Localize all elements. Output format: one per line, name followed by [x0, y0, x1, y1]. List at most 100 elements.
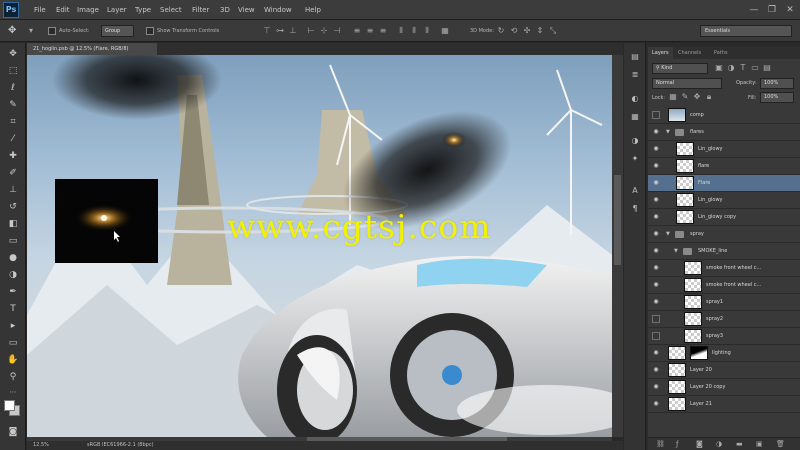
distribute-hcenter-icon[interactable]: ⫴ — [409, 26, 419, 36]
layer-row[interactable]: ◉ Lin_glowy — [648, 141, 800, 158]
expand-arrow-icon[interactable]: ▼ — [666, 129, 672, 135]
more-tools-icon[interactable]: ⋯ — [6, 385, 20, 399]
menu-3d[interactable]: 3D — [220, 6, 230, 14]
menu-help[interactable]: Help — [305, 6, 321, 14]
eye-icon[interactable]: ◉ — [652, 179, 660, 187]
color-panel-icon[interactable]: ◐ — [629, 93, 641, 105]
new-group-icon[interactable]: ▬ — [736, 440, 743, 448]
show-transform-checkbox[interactable] — [146, 27, 154, 35]
layer-style-icon[interactable]: ƒ — [676, 440, 678, 448]
distribute-bottom-icon[interactable]: ≡ — [378, 26, 388, 36]
eye-icon[interactable]: ◉ — [652, 145, 660, 153]
layer-group-row[interactable]: ◉ ▼ flares — [648, 124, 800, 141]
layer-mask-thumbnail[interactable] — [690, 346, 708, 360]
shape-tool-icon[interactable]: ▭ — [6, 336, 20, 350]
paragraph-panel-icon[interactable]: ¶ — [629, 203, 641, 215]
pen-tool-icon[interactable]: ✒ — [6, 285, 20, 299]
history-brush-tool-icon[interactable]: ↺ — [6, 200, 20, 214]
menu-file[interactable]: File — [34, 6, 46, 14]
eyedropper-tool-icon[interactable]: ⁄ — [6, 132, 20, 146]
layer-row[interactable]: comp — [648, 107, 800, 124]
layer-row[interactable]: spray2 — [648, 311, 800, 328]
gradient-tool-icon[interactable]: ▭ — [6, 234, 20, 248]
blur-tool-icon[interactable]: ● — [6, 251, 20, 265]
zoom-tool-icon[interactable]: ⚲ — [6, 370, 20, 384]
tab-channels[interactable]: Channels — [674, 47, 705, 59]
path-select-tool-icon[interactable]: ▸ — [6, 319, 20, 333]
layer-row[interactable]: spray3 — [648, 328, 800, 345]
document-tab[interactable]: 21_hoglin.psb @ 12.5% (Flare, RGB/8) — [27, 43, 157, 55]
eye-icon[interactable]: ◉ — [652, 281, 660, 289]
link-layers-icon[interactable]: ⛓ — [656, 440, 665, 448]
dodge-tool-icon[interactable]: ◑ — [6, 268, 20, 282]
menu-layer[interactable]: Layer — [107, 6, 127, 14]
layer-group-row[interactable]: ◉ ▼ spray — [648, 226, 800, 243]
lock-image-icon[interactable]: ✎ — [680, 92, 690, 102]
quick-mask-icon[interactable]: ◙ — [6, 425, 20, 439]
distribute-top-icon[interactable]: ≡ — [352, 26, 362, 36]
eye-icon[interactable]: ◉ — [652, 128, 660, 136]
3d-rotate-icon[interactable]: ↻ — [496, 26, 506, 36]
hand-tool-icon[interactable]: ✋ — [6, 353, 20, 367]
canvas[interactable]: www.cgtsj.com — [27, 55, 612, 437]
character-panel-icon[interactable]: A — [629, 185, 641, 197]
visibility-toggle[interactable] — [652, 111, 660, 119]
layer-row[interactable]: ◉ Lin_glowy copy — [648, 209, 800, 226]
tool-preset-arrow-icon[interactable]: ▾ — [26, 26, 36, 36]
layer-row[interactable]: ◉ flare — [648, 158, 800, 175]
3d-roll-icon[interactable]: ⟲ — [509, 26, 519, 36]
menu-view[interactable]: View — [238, 6, 255, 14]
layer-row[interactable]: ◉ Layer 20 — [648, 362, 800, 379]
workspace-dropdown[interactable]: Essentials — [700, 25, 792, 37]
menu-window[interactable]: Window — [264, 6, 292, 14]
align-vcenter-icon[interactable]: ⊶ — [275, 26, 285, 36]
expand-arrow-icon[interactable]: ▼ — [666, 231, 672, 237]
move-tool-icon[interactable]: ✥ — [8, 25, 22, 37]
quick-select-tool-icon[interactable]: ✎ — [6, 98, 20, 112]
eye-icon[interactable]: ◉ — [652, 213, 660, 221]
lock-all-icon[interactable]: 🔒︎ — [704, 92, 714, 102]
history-panel-icon[interactable]: ▤ — [629, 51, 641, 63]
close-icon[interactable]: ✕ — [784, 4, 796, 16]
eye-icon[interactable]: ◉ — [652, 400, 660, 408]
fill-input[interactable]: 100% — [760, 92, 794, 103]
align-hcenter-icon[interactable]: ⊹ — [319, 26, 329, 36]
eye-icon[interactable]: ◉ — [652, 247, 660, 255]
distribute-left-icon[interactable]: ⫴ — [396, 26, 406, 36]
filter-shape-icon[interactable]: ▭ — [750, 63, 760, 73]
foreground-color-swatch[interactable] — [4, 400, 15, 411]
distribute-center-icon[interactable]: ≡ — [365, 26, 375, 36]
delete-layer-icon[interactable]: 🗑︎ — [776, 440, 785, 448]
expand-arrow-icon[interactable]: ▼ — [674, 248, 680, 254]
menu-filter[interactable]: Filter — [192, 6, 209, 14]
menu-edit[interactable]: Edit — [56, 6, 70, 14]
align-left-icon[interactable]: ⊢ — [306, 26, 316, 36]
minimize-icon[interactable]: — — [748, 4, 760, 16]
menu-image[interactable]: Image — [77, 6, 99, 14]
move-tool-icon[interactable]: ✥ — [6, 47, 20, 61]
align-right-icon[interactable]: ⊣ — [332, 26, 342, 36]
layer-row[interactable]: ◉ lighting — [648, 345, 800, 362]
tab-layers[interactable]: Layers — [648, 47, 673, 59]
swatches-panel-icon[interactable]: ▦ — [629, 111, 641, 123]
lasso-tool-icon[interactable]: ℓ — [6, 81, 20, 95]
3d-drag-icon[interactable]: ✣ — [522, 26, 532, 36]
lock-position-icon[interactable]: ✥ — [692, 92, 702, 102]
add-mask-icon[interactable]: ◙ — [696, 440, 703, 448]
align-top-icon[interactable]: ⊤ — [262, 26, 272, 36]
layer-row[interactable]: ◉ smoke front wheel c... — [648, 277, 800, 294]
opacity-input[interactable]: 100% — [760, 78, 794, 89]
visibility-toggle[interactable] — [652, 315, 660, 323]
layer-row[interactable]: ◉ Layer 21 — [648, 396, 800, 413]
layer-row[interactable]: ◉ smoke front wheel c... — [648, 260, 800, 277]
eye-icon[interactable]: ◉ — [652, 349, 660, 357]
eye-icon[interactable]: ◉ — [652, 383, 660, 391]
crop-tool-icon[interactable]: ⌗ — [6, 115, 20, 129]
eye-icon[interactable]: ◉ — [652, 366, 660, 374]
brush-tool-icon[interactable]: ✐ — [6, 166, 20, 180]
vertical-scrollbar[interactable] — [612, 55, 623, 437]
menu-type[interactable]: Type — [135, 6, 151, 14]
adjustments-panel-icon[interactable]: ◑ — [629, 135, 641, 147]
3d-scale-icon[interactable]: ⤡ — [548, 26, 558, 36]
layer-row[interactable]: ◉ Layer 20 copy — [648, 379, 800, 396]
